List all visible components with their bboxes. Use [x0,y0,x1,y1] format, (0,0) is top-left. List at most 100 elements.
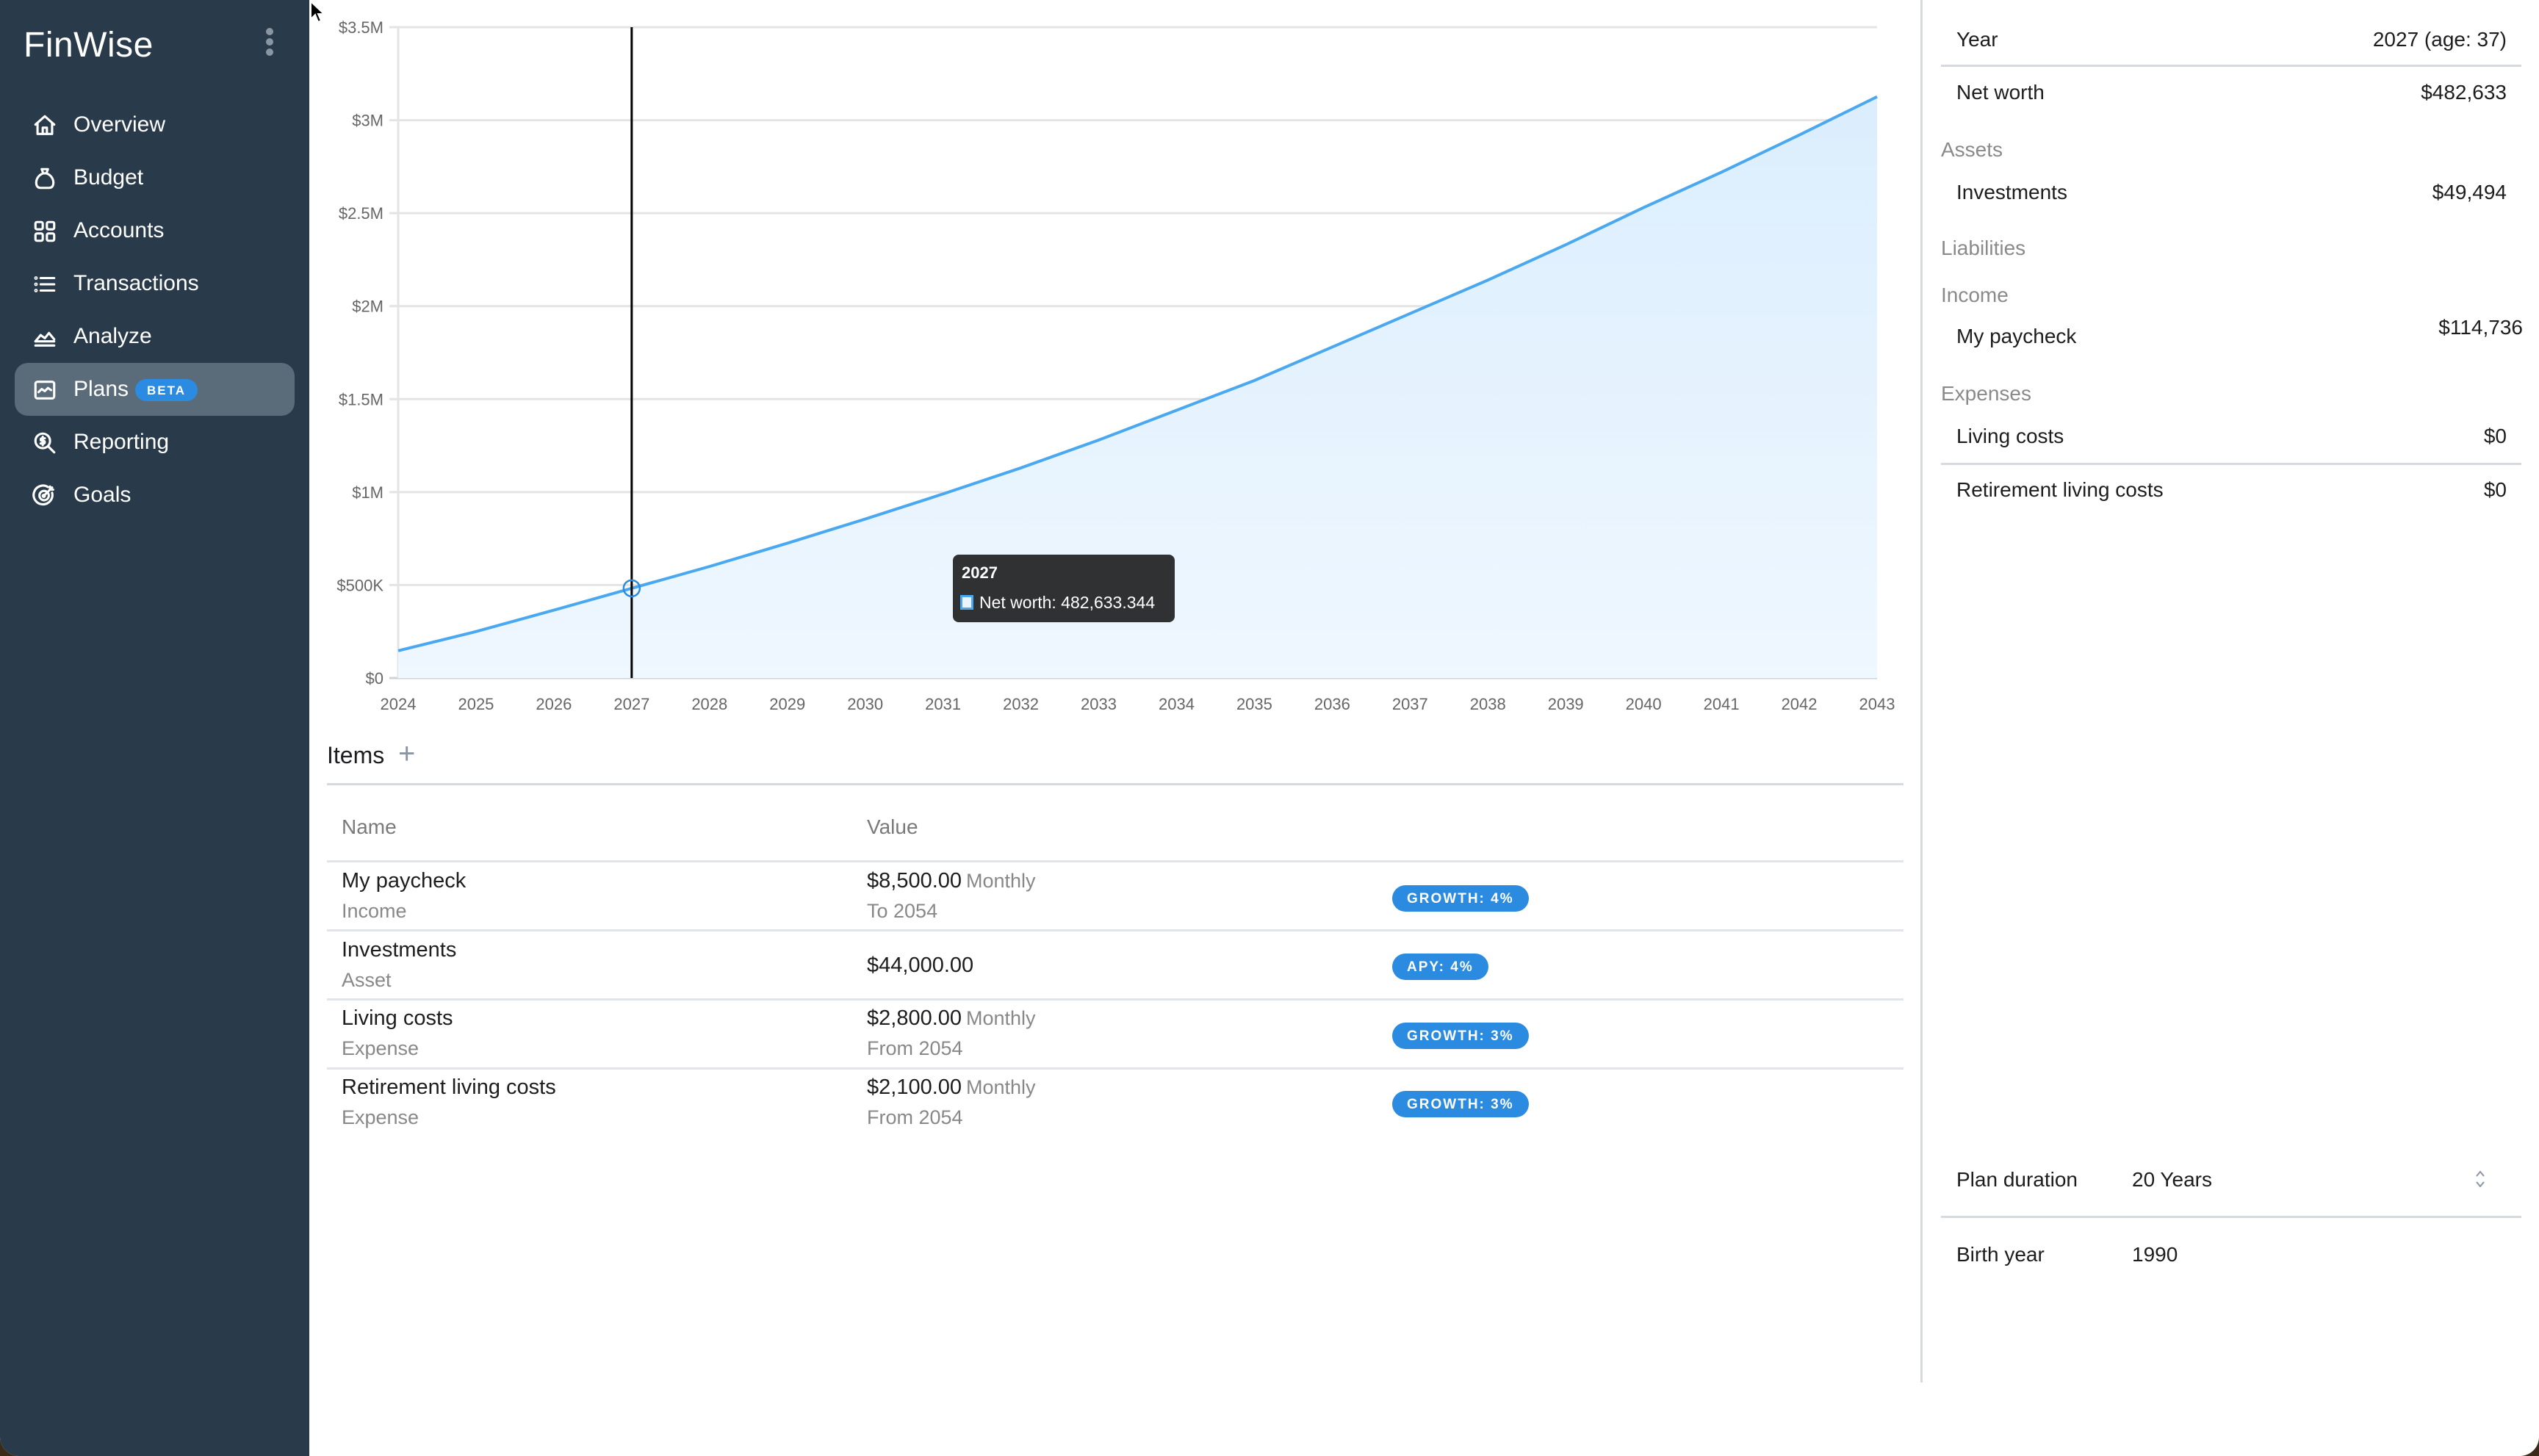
list-icon [32,272,57,297]
target-icon [32,483,57,508]
expenses-heading: Expenses [1941,382,2031,405]
x-tick-label: 2027 [613,695,649,713]
item-name: My paycheck [342,869,467,893]
x-tick-label: 2031 [925,695,961,713]
liabilities-heading: Liabilities [1941,237,2026,259]
row-divider [327,998,1904,1001]
net-worth-label: Net worth [1956,81,2045,104]
plus-icon: + [398,738,416,770]
sidebar-item-analyze[interactable]: Analyze [15,310,295,363]
item-amount: $2,100.00 [867,1075,962,1099]
growth-tag: GROWTH: 3% [1392,1023,1529,1049]
item-value: $8,500.00 Monthly [867,869,1036,893]
item-frequency: Monthly [966,1007,1036,1029]
grid-icon [32,219,57,244]
x-tick-label: 2039 [1548,695,1584,713]
item-name: Investments [342,938,457,962]
year-summary-panel: Year 2027 (age: 37) Net worth $482,633 A… [1920,0,2539,1383]
items-title: Items [327,742,385,768]
plan-duration-row[interactable]: Plan duration 20 Years [1941,1168,2521,1197]
row-divider [327,860,1904,862]
y-tick-label: $2.5M [339,204,383,223]
paycheck-value: $114,736 [2438,316,2523,339]
y-tick-label: $2M [352,298,383,316]
chart-tooltip: 2027 Net worth: 482,633.344 [953,555,1175,622]
retirement-value: $0 [2483,478,2507,501]
item-name: Retirement living costs [342,1075,556,1099]
sidebar-item-budget[interactable]: Budget [15,151,295,204]
summary-divider [1941,463,2521,465]
item-period: To 2054 [867,900,938,922]
retirement-label: Retirement living costs [1956,478,2164,501]
sidebar-nav: Overview Budget Accounts Transactions An… [15,98,295,522]
birth-year-row[interactable]: Birth year 1990 [1941,1243,2521,1272]
plan-duration-select[interactable]: 20 Years [2132,1168,2212,1192]
item-name: Living costs [342,1006,453,1030]
x-tick-label: 2033 [1081,695,1117,713]
sidebar-item-transactions[interactable]: Transactions [15,257,295,310]
item-type: Expense [342,1106,419,1128]
y-tick-label: $0 [366,669,383,688]
sidebar-item-label: Plans [73,377,129,401]
x-tick-label: 2028 [691,695,727,713]
x-tick-label: 2035 [1236,695,1272,713]
y-tick-label: $3M [352,112,383,130]
item-period: From 2054 [867,1037,963,1059]
item-value: $2,100.00 Monthly [867,1075,1036,1100]
sidebar-item-label: Accounts [73,218,165,242]
x-tick-label: 2042 [1782,695,1818,713]
sidebar-item-label: Reporting [73,430,170,454]
app-logo: FinWise [24,26,154,65]
tooltip-title: 2027 [962,563,998,582]
y-tick-label: $1.5M [339,390,383,408]
item-type: Expense [342,1037,419,1059]
net-worth-value: $482,633 [2421,81,2507,104]
growth-tag: GROWTH: 3% [1392,1091,1529,1117]
dollar-search-icon [32,430,57,455]
app-window: FinWise Overview Budget Accounts Transac… [0,0,2539,1456]
sidebar-item-plans[interactable]: Plans BETA [15,363,295,416]
birth-year-label: Birth year [1956,1243,2045,1266]
sidebar-item-reporting[interactable]: Reporting [15,416,295,469]
item-frequency: Monthly [966,870,1036,892]
home-icon [32,113,57,138]
investments-value: $49,494 [2432,181,2507,203]
x-tick-label: 2043 [1859,695,1895,713]
area-chart-icon [32,325,57,350]
plan-duration-label: Plan duration [1956,1168,2078,1191]
item-period: From 2054 [867,1106,963,1128]
column-header-value[interactable]: Value [867,815,918,839]
select-arrows-icon[interactable] [2473,1167,2488,1192]
add-item-button[interactable]: + [398,739,415,768]
item-value: $2,800.00 Monthly [867,1006,1036,1031]
summary-divider [1941,65,2521,67]
x-tick-label: 2032 [1003,695,1039,713]
tooltip-value: Net worth: 482,633.344 [979,593,1156,612]
beta-badge: BETA [135,379,198,401]
net-worth-chart[interactable]: $0 $500K $1M $1.5M $2M $2.5M $3M $3.5M 2024 2025 2… [309,0,1921,727]
money-bag-icon [32,166,57,191]
item-frequency: Monthly [966,1076,1036,1098]
kebab-menu-icon[interactable] [261,28,278,57]
sidebar-item-label: Overview [73,112,166,137]
sidebar-item-overview[interactable]: Overview [15,98,295,151]
investments-label: Investments [1956,181,2067,203]
sidebar: FinWise Overview Budget Accounts Transac… [0,0,309,1456]
x-tick-label: 2036 [1314,695,1350,713]
y-tick-label: $500K [336,576,383,594]
line-chart-icon [32,378,57,403]
x-tick-label: 2026 [536,695,572,713]
x-tick-label: 2038 [1470,695,1506,713]
income-heading: Income [1941,284,2009,306]
x-tick-label: 2025 [458,695,494,713]
mouse-cursor-icon [310,0,325,24]
year-label: Year [1956,28,1998,51]
item-type: Asset [342,969,392,991]
birth-year-input[interactable]: 1990 [2132,1243,2178,1266]
x-tick-label: 2034 [1159,695,1195,713]
sidebar-item-goals[interactable]: Goals [15,469,295,522]
items-divider [327,783,1904,785]
sidebar-item-accounts[interactable]: Accounts [15,204,295,257]
column-header-name[interactable]: Name [342,815,397,839]
tooltip-swatch [960,595,973,610]
